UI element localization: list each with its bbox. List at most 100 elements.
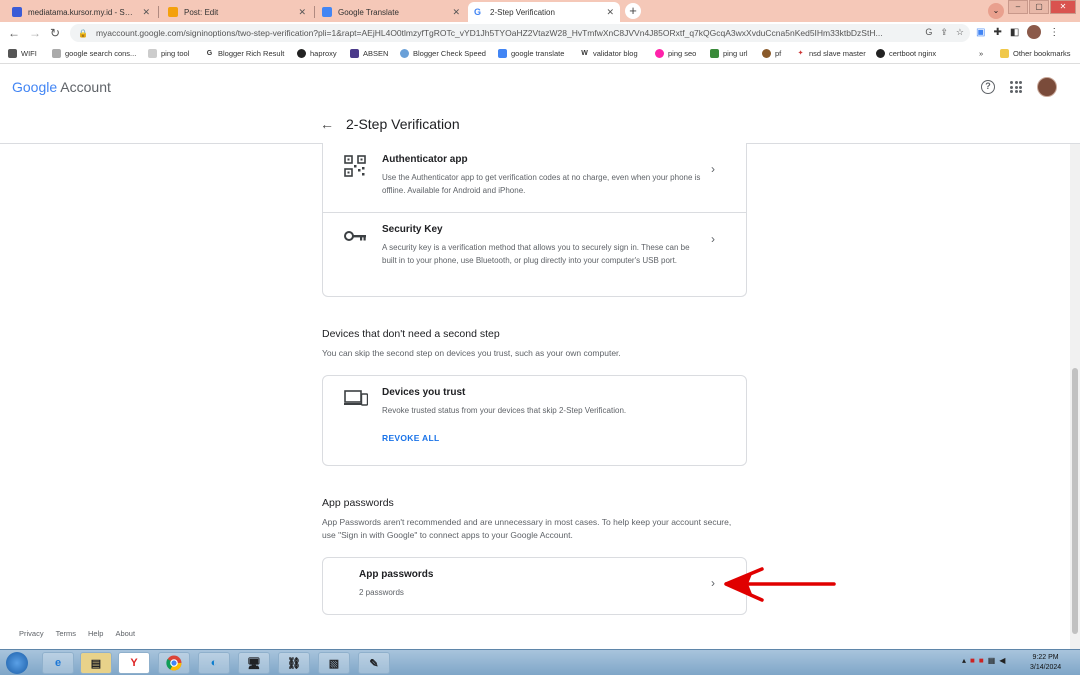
bookmark-item[interactable]: google search cons... <box>52 49 136 58</box>
window-close-button[interactable]: ✕ <box>1050 0 1076 14</box>
edge-icon[interactable]: ◐ <box>198 652 230 674</box>
forward-button[interactable]: → <box>29 26 41 40</box>
back-arrow-icon[interactable]: ← <box>320 116 334 132</box>
bookmark-icon <box>8 49 17 58</box>
bookmark-item[interactable]: pf <box>762 49 781 58</box>
app-passwords-count: 2 passwords <box>359 588 404 597</box>
bookmark-icon <box>655 49 664 58</box>
tray-security-icon[interactable]: ■ <box>970 656 975 665</box>
reload-button[interactable]: ↻ <box>50 26 60 40</box>
new-tab-button[interactable]: + <box>625 3 641 19</box>
close-icon[interactable]: ✕ <box>606 7 614 18</box>
notepad-icon[interactable]: ✎ <box>358 652 390 674</box>
footer-link-privacy[interactable]: Privacy <box>19 629 44 638</box>
minimize-button[interactable]: – <box>1008 0 1028 14</box>
share-icon[interactable]: ⇪ <box>940 27 948 38</box>
devices-icon <box>344 390 368 406</box>
internet-explorer-icon[interactable]: e <box>42 652 74 674</box>
bookmark-icon: ✦ <box>797 50 804 57</box>
lock-icon: 🔒 <box>78 28 88 38</box>
bookmark-item[interactable]: ✦ nsd slave master <box>796 49 866 58</box>
tab-divider <box>314 6 315 18</box>
footer-link-terms[interactable]: Terms <box>56 629 76 638</box>
remote-app-icon[interactable]: ⛓ <box>278 652 310 674</box>
google-icon: G <box>474 7 484 17</box>
bookmark-item[interactable]: Wvalidator blog <box>580 49 637 58</box>
start-button[interactable] <box>6 652 28 674</box>
volume-icon[interactable]: ◀ <box>999 656 1005 665</box>
taskbar-clock[interactable]: 9:22 PM 3/14/2024 <box>1030 653 1061 673</box>
key-icon <box>344 229 368 243</box>
google-lens-icon[interactable]: G <box>925 27 932 38</box>
logo-google: Google <box>12 79 58 95</box>
bookmark-item[interactable]: haproxy <box>297 49 337 58</box>
tab-google-translate[interactable]: Google Translate ✕ <box>316 2 466 22</box>
virtualbox-icon[interactable]: ▧ <box>318 652 350 674</box>
apps-grid-icon[interactable] <box>1010 81 1022 93</box>
revoke-all-button[interactable]: REVOKE ALL <box>382 433 439 443</box>
google-account-logo[interactable]: Google Account <box>12 79 111 95</box>
network-app-icon[interactable]: 🖥 <box>238 652 270 674</box>
bookmark-item[interactable]: ABSEN <box>350 49 388 58</box>
chevron-right-icon[interactable]: › <box>711 162 715 176</box>
bookmark-item[interactable]: ping seo <box>655 49 696 58</box>
network-icon[interactable]: ▦ <box>988 656 996 665</box>
file-explorer-icon[interactable]: ▤ <box>80 652 112 674</box>
help-icon[interactable]: ? <box>981 80 995 94</box>
url-text: myaccount.google.com/signinoptions/two-s… <box>95 28 883 38</box>
annotation-arrow-icon <box>722 566 840 604</box>
bookmarks-overflow[interactable]: » <box>979 49 983 58</box>
yandex-browser-icon[interactable]: Y <box>118 652 150 674</box>
close-icon[interactable]: ✕ <box>452 7 460 18</box>
app-passwords-section-description: App Passwords aren't recommended and are… <box>322 517 732 540</box>
chrome-icon[interactable] <box>158 652 190 674</box>
footer-links: Privacy Terms Help About <box>19 629 135 638</box>
devices-you-trust-title: Devices you trust <box>382 387 466 398</box>
bookmark-item[interactable]: WIFI <box>8 49 37 58</box>
extensions-icon[interactable]: ✚ <box>993 27 1001 38</box>
bookmark-item-other[interactable]: Other bookmarks <box>1000 49 1071 58</box>
scrollbar-thumb[interactable] <box>1072 368 1078 634</box>
bookmark-icon <box>762 49 771 58</box>
authenticator-app-title: Authenticator app <box>382 154 468 165</box>
bookmark-icon <box>52 49 61 58</box>
bookmark-item[interactable]: certboot nginx <box>876 49 936 58</box>
tab-title: Post: Edit <box>184 7 219 17</box>
tab-2-step-verification[interactable]: G 2-Step Verification ✕ <box>468 2 620 22</box>
chevron-right-icon[interactable]: › <box>711 232 715 246</box>
menu-icon[interactable]: ⋮ <box>1049 27 1059 38</box>
back-button[interactable]: ← <box>8 26 20 40</box>
address-bar[interactable]: 🔒 myaccount.google.com/signinoptions/two… <box>70 24 970 42</box>
star-icon[interactable]: ☆ <box>956 27 964 38</box>
tab-post-edit[interactable]: Post: Edit ✕ <box>162 2 312 22</box>
folder-icon <box>1000 49 1009 58</box>
tab-search-icon[interactable]: ⌄ <box>988 3 1004 19</box>
chevron-right-icon[interactable]: › <box>711 576 715 590</box>
page-scrollbar[interactable] <box>1070 144 1080 649</box>
side-panel-icon[interactable]: ◧ <box>1010 27 1019 38</box>
tray-expand-icon[interactable]: ▴ <box>962 656 966 665</box>
tab-mediatama[interactable]: mediatama.kursor.my.id - Servic ✕ <box>6 2 156 22</box>
tab-divider <box>158 6 159 18</box>
close-icon[interactable]: ✕ <box>142 7 150 18</box>
tab-title: Google Translate <box>338 7 399 17</box>
bookmark-item[interactable]: google translate <box>498 49 564 58</box>
bookmark-item[interactable]: Blogger Check Speed <box>400 49 486 58</box>
bookmark-item[interactable]: ping url <box>710 49 748 58</box>
account-avatar[interactable] <box>1037 77 1057 97</box>
bookmark-item[interactable]: G Blogger Rich Result <box>205 49 285 58</box>
bookmark-item[interactable]: ping tool <box>148 49 189 58</box>
system-tray: ▴ ■ ■ ▦ ◀ <box>962 656 1005 665</box>
translate-extension-icon[interactable]: ▣ <box>976 27 985 38</box>
footer-link-about[interactable]: About <box>115 629 135 638</box>
account-header: Google Account <box>0 64 1080 144</box>
tray-app-icon[interactable]: ■ <box>979 656 984 665</box>
footer-link-help[interactable]: Help <box>88 629 103 638</box>
bookmark-icon <box>148 49 157 58</box>
bookmarks-bar: WIFI google search cons... ping tool G Bl… <box>0 44 1080 64</box>
close-icon[interactable]: ✕ <box>298 7 306 18</box>
profile-avatar[interactable] <box>1027 25 1042 39</box>
bookmark-icon <box>400 49 409 58</box>
translate-icon <box>498 49 507 58</box>
maximize-button[interactable]: ▢ <box>1029 0 1049 14</box>
